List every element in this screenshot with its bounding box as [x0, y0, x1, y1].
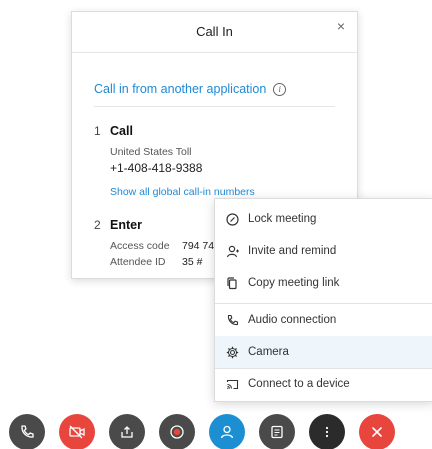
leave-button[interactable] [359, 414, 395, 449]
menu-item-label: Camera [248, 346, 289, 358]
close-icon[interactable]: × [335, 19, 347, 33]
more-icon [319, 424, 335, 440]
record-button[interactable] [159, 414, 195, 449]
menu-item-label: Lock meeting [248, 213, 317, 225]
menu-item-audio-connection[interactable]: Audio connection [215, 304, 432, 336]
menu-item-copy-link[interactable]: Copy meeting link [215, 267, 432, 299]
record-icon [169, 424, 185, 440]
access-code-label: Access code [110, 240, 170, 252]
video-button[interactable] [59, 414, 95, 449]
chat-icon [269, 424, 285, 440]
more-options-button[interactable] [309, 414, 345, 449]
step-number: 1 [94, 124, 101, 138]
step-call-header: 1 Call [94, 124, 335, 138]
toll-number: +1-408-418-9388 [110, 161, 203, 175]
video-off-icon [68, 424, 86, 440]
attendee-id-value: 35 # [182, 256, 203, 268]
menu-item-invite[interactable]: Invite and remind [215, 235, 432, 267]
copy-link-icon [225, 276, 239, 290]
toll-label: United States Toll [110, 146, 192, 158]
call-from-app-link[interactable]: Call in from another application [94, 82, 266, 96]
gear-icon [225, 345, 239, 359]
close-icon [369, 424, 385, 440]
participants-icon [219, 424, 235, 440]
menu-item-label: Invite and remind [248, 245, 337, 257]
global-numbers-link[interactable]: Show all global call-in numbers [110, 186, 335, 198]
call-from-app-row: Call in from another application i [94, 82, 335, 107]
attendee-id-label: Attendee ID [110, 256, 166, 268]
step-label: Call [110, 124, 133, 138]
menu-item-connect-device[interactable]: Connect to a device [215, 368, 432, 400]
info-icon[interactable]: i [273, 82, 287, 96]
lock-meeting-icon [225, 212, 239, 226]
meeting-screen: Call In × Call in from another applicati… [0, 0, 432, 449]
cast-icon [225, 377, 239, 391]
phone-icon [225, 313, 239, 327]
menu-item-label: Connect to a device [248, 378, 350, 390]
chat-button[interactable] [259, 414, 295, 449]
call-in-title: Call In [72, 12, 357, 53]
step-call-content: United States Toll +1-408-418-9388 Show … [110, 146, 335, 198]
invite-person-icon [225, 244, 239, 258]
phone-icon [19, 424, 35, 440]
audio-button[interactable] [9, 414, 45, 449]
step-call: 1 Call United States Toll +1-408-418-938… [94, 124, 335, 198]
share-icon [119, 424, 135, 440]
step-number: 2 [94, 218, 101, 232]
menu-item-lock-meeting[interactable]: Lock meeting [215, 203, 432, 235]
more-options-menu: Lock meeting Invite and remind Copy meet… [214, 198, 432, 402]
step-label: Enter [110, 218, 142, 232]
menu-item-label: Audio connection [248, 314, 337, 326]
share-button[interactable] [109, 414, 145, 449]
menu-item-camera[interactable]: Camera [215, 336, 432, 368]
access-code-value: 794 74 [182, 240, 215, 252]
participants-button[interactable] [209, 414, 245, 449]
menu-item-label: Copy meeting link [248, 277, 340, 289]
meeting-controls-bar [0, 412, 432, 449]
